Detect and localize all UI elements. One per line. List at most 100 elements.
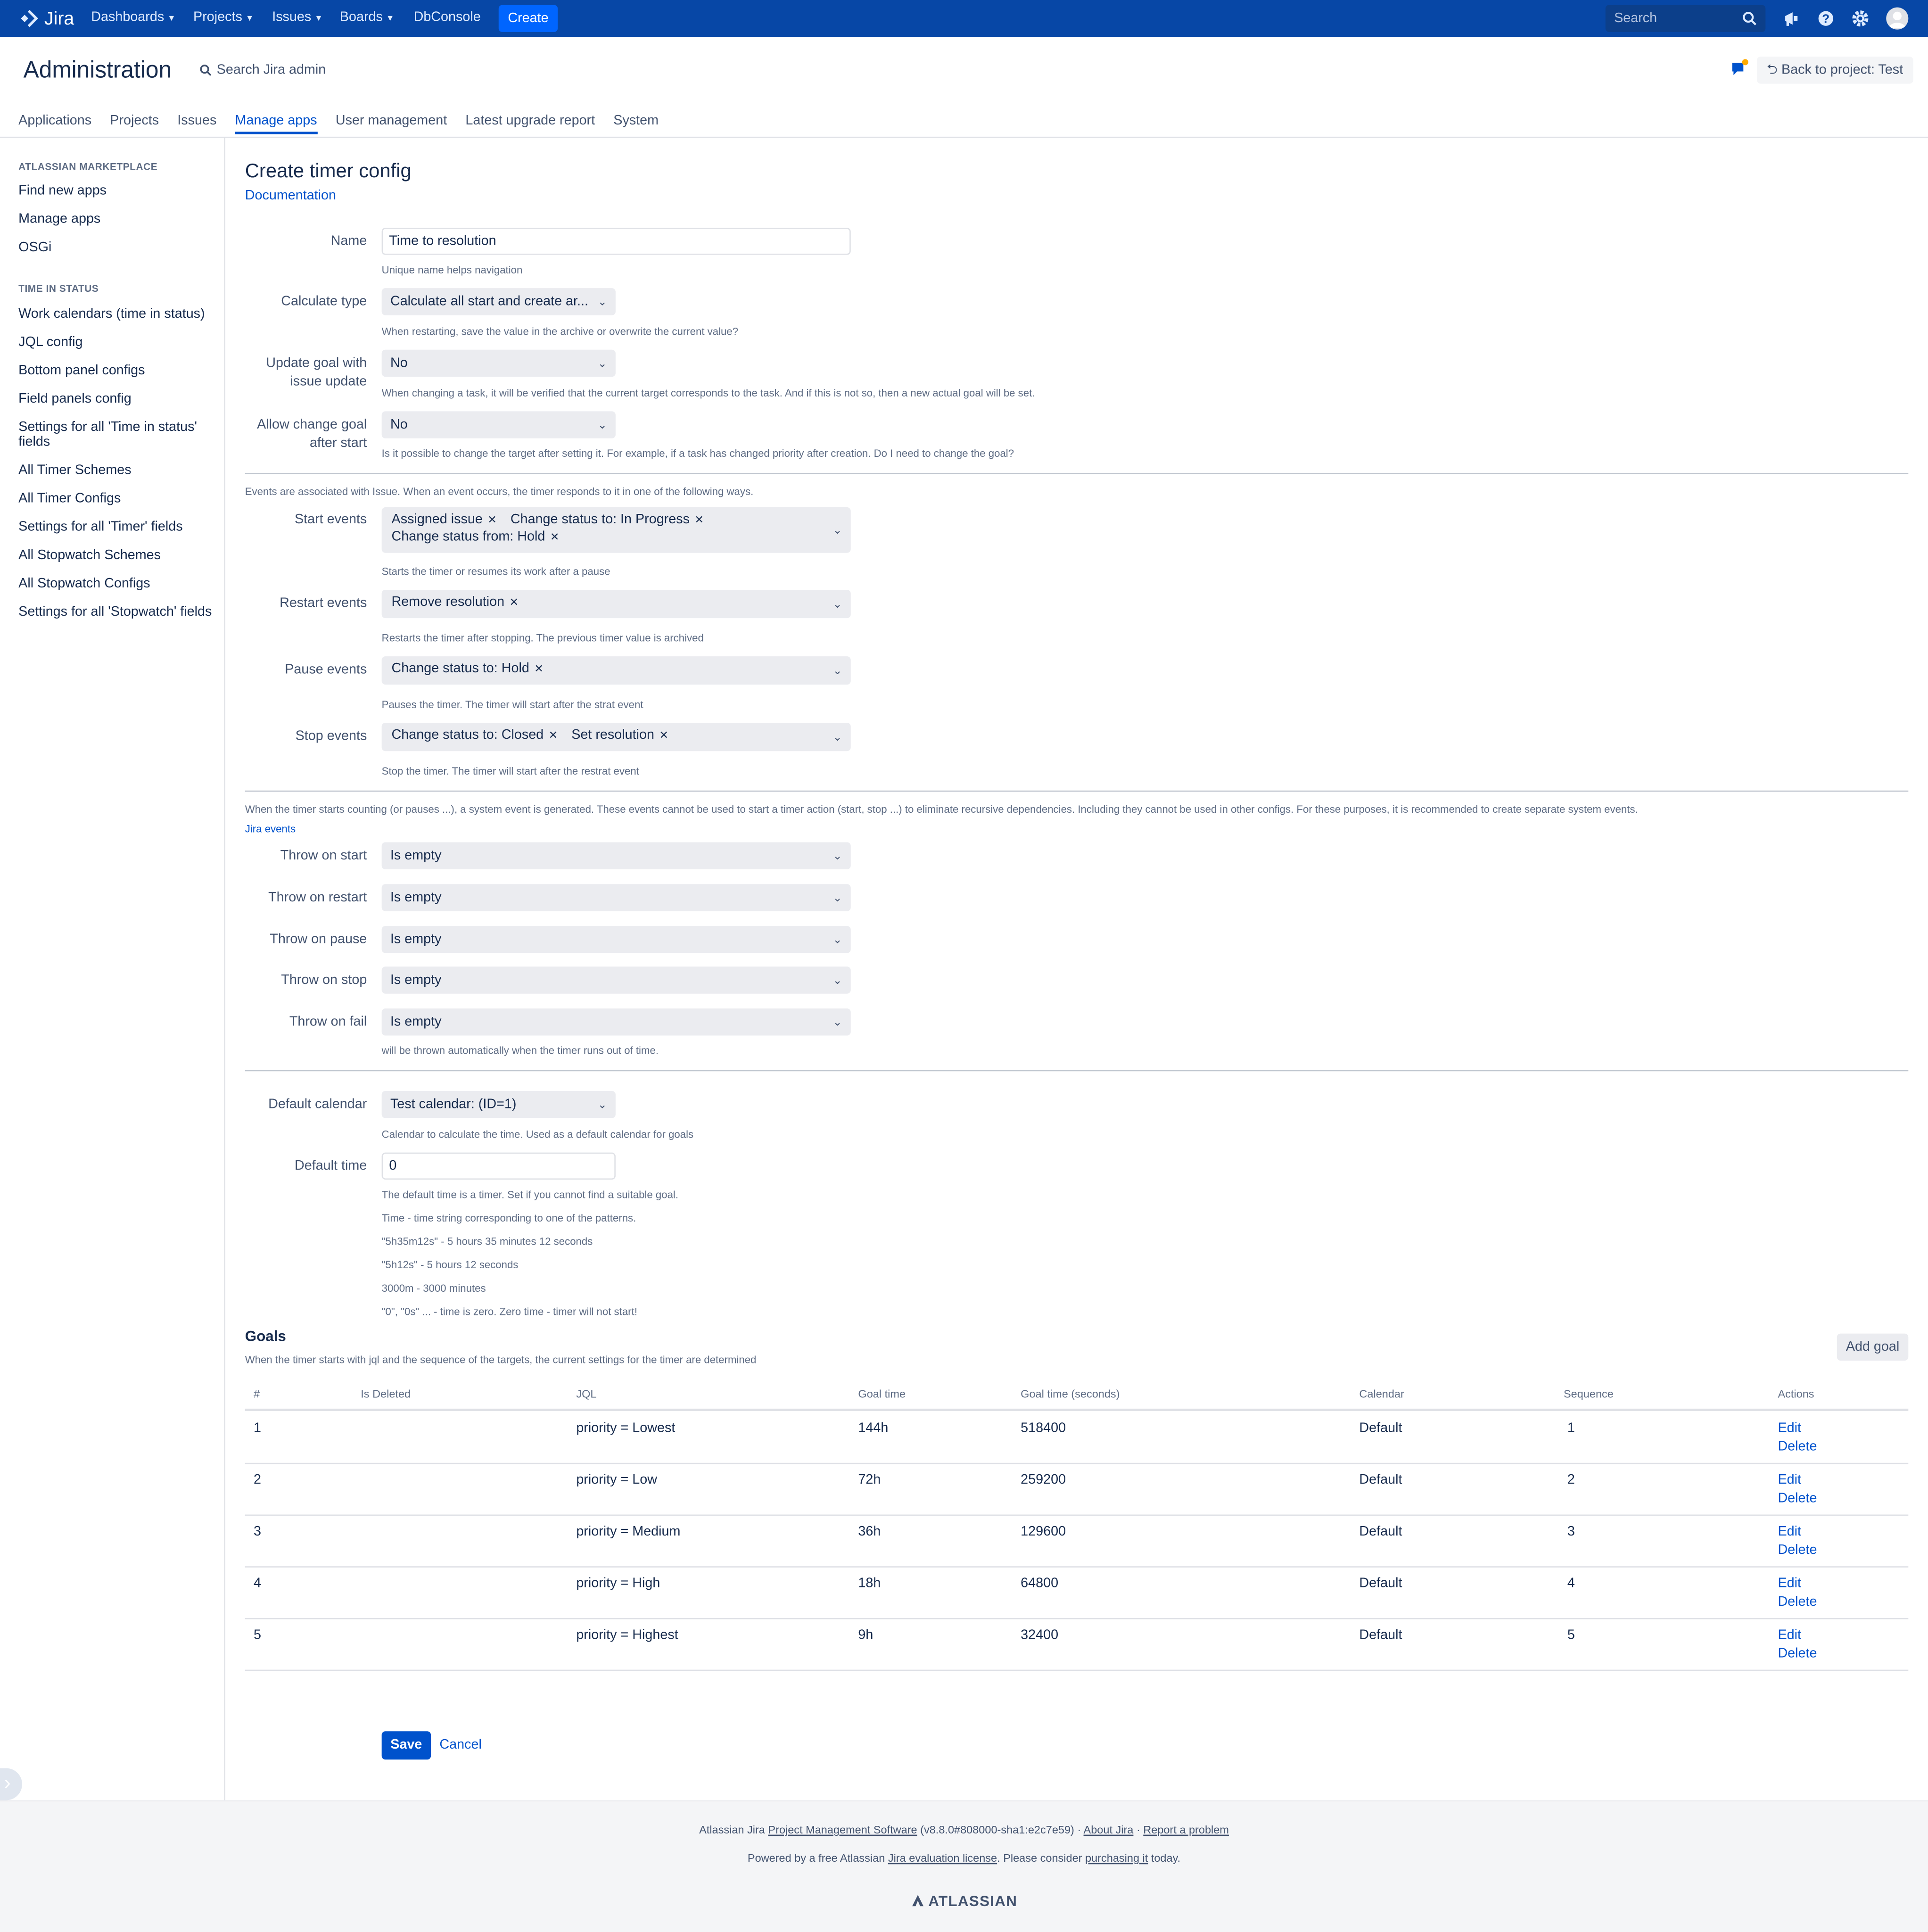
default-calendar-select[interactable]: Test calendar: (ID=1) ⌄ (381, 1091, 616, 1118)
tab-issues[interactable]: Issues (177, 113, 216, 134)
evaluation-license-link[interactable]: Jira evaluation license (888, 1852, 997, 1864)
edit-link[interactable]: Edit (1778, 1576, 1801, 1591)
calc-type-help: When restarting, save the value in the a… (381, 325, 739, 338)
nav-issues[interactable]: Issues ▾ (272, 10, 321, 25)
tab-applications[interactable]: Applications (18, 113, 91, 134)
nav-boards[interactable]: Boards ▾ (340, 10, 393, 25)
delete-link[interactable]: Delete (1778, 1594, 1817, 1609)
remove-chip-icon[interactable]: ✕ (659, 729, 668, 741)
sidebar-item-all-stopwatch-schemes[interactable]: All Stopwatch Schemes (18, 548, 215, 562)
calc-type-select[interactable]: Calculate all start and create ar... ⌄ (381, 288, 616, 315)
megaphone-icon[interactable] (1783, 8, 1803, 28)
goal-seconds: 129600 (1021, 1524, 1066, 1539)
default-time-field[interactable]: 0 (381, 1152, 616, 1180)
back-to-project-button[interactable]: ⮌ Back to project: Test (1757, 57, 1913, 84)
throw-on-fail-select[interactable]: Is empty ⌄ (381, 1008, 851, 1036)
create-button[interactable]: Create (498, 5, 558, 32)
documentation-link[interactable]: Documentation (245, 189, 336, 203)
sidebar-item-settings-stopwatch-fields[interactable]: Settings for all 'Stopwatch' fields (18, 604, 215, 619)
start-events-multiselect[interactable]: Assigned issue ✕ Change status to: In Pro… (381, 507, 851, 553)
add-goal-button[interactable]: Add goal (1837, 1333, 1909, 1361)
event-chip: Change status to: Hold ✕ (392, 661, 544, 676)
tab-projects[interactable]: Projects (110, 113, 159, 134)
tab-latest-upgrade-report[interactable]: Latest upgrade report (465, 113, 595, 134)
remove-chip-icon[interactable]: ✕ (550, 531, 560, 543)
nav-projects[interactable]: Projects ▾ (193, 10, 252, 25)
edit-link[interactable]: Edit (1778, 1421, 1801, 1436)
restart-events-multiselect[interactable]: Remove resolution ✕ ⌄ (381, 590, 851, 619)
sidebar-item-jql-config[interactable]: JQL config (18, 335, 215, 349)
search-input[interactable]: Search (1605, 5, 1766, 32)
default-time-help: "5h35m12s" - 5 hours 35 minutes 12 secon… (381, 1235, 593, 1247)
remove-chip-icon[interactable]: ✕ (510, 596, 519, 608)
gear-icon[interactable] (1851, 8, 1870, 28)
throw-on-restart-select[interactable]: Is empty ⌄ (381, 884, 851, 911)
atlassian-logo[interactable]: ATLASSIAN (0, 1892, 1928, 1910)
remove-chip-icon[interactable]: ✕ (534, 662, 544, 675)
sidebar-item-osgi[interactable]: OSGi (18, 240, 215, 255)
nav-dashboards[interactable]: Dashboards ▾ (91, 10, 174, 25)
goal-jql: priority = Highest (576, 1627, 678, 1643)
sidebar-item-all-timer-configs[interactable]: All Timer Configs (18, 491, 215, 506)
goal-time: 72h (858, 1472, 881, 1488)
save-button[interactable]: Save (381, 1731, 431, 1760)
purchasing-link[interactable]: purchasing it (1085, 1852, 1148, 1864)
edit-link[interactable]: Edit (1778, 1473, 1801, 1487)
event-chip: Set resolution ✕ (571, 728, 668, 743)
goal-time: 18h (858, 1576, 881, 1591)
cancel-link[interactable]: Cancel (439, 1737, 481, 1752)
report-problem-link[interactable]: Report a problem (1143, 1824, 1229, 1836)
column-header-number: # (254, 1387, 260, 1400)
default-calendar-help: Calendar to calculate the time. Used as … (381, 1128, 694, 1140)
sidebar-item-field-panels-config[interactable]: Field panels config (18, 392, 215, 406)
sidebar-item-find-new-apps[interactable]: Find new apps (18, 183, 215, 198)
table-row: 4 priority = High 18h 64800 Default 4 Ed… (245, 1566, 1909, 1619)
sidebar-item-work-calendars[interactable]: Work calendars (time in status) (18, 306, 215, 321)
project-management-software-link[interactable]: Project Management Software (768, 1824, 917, 1836)
jira-logo[interactable]: Jira (20, 8, 74, 30)
jira-events-link[interactable]: Jira events (245, 823, 296, 835)
delete-link[interactable]: Delete (1778, 1543, 1817, 1558)
tab-user-management[interactable]: User management (336, 113, 447, 134)
about-jira-link[interactable]: About Jira (1084, 1824, 1134, 1836)
throw-on-start-select[interactable]: Is empty ⌄ (381, 842, 851, 869)
avatar[interactable] (1886, 7, 1909, 30)
help-icon[interactable]: ? (1816, 8, 1836, 28)
nav-projects-label: Projects (193, 9, 242, 25)
allow-change-select[interactable]: No ⌄ (381, 411, 616, 438)
delete-link[interactable]: Delete (1778, 1646, 1817, 1661)
jira-logo-text: Jira (44, 8, 74, 29)
delete-link[interactable]: Delete (1778, 1491, 1817, 1506)
sidebar-item-manage-apps[interactable]: Manage apps (18, 212, 215, 226)
name-field[interactable]: Time to resolution (381, 228, 851, 255)
feedback-icon[interactable] (1730, 59, 1750, 79)
sidebar-item-bottom-panel-configs[interactable]: Bottom panel configs (18, 363, 215, 378)
search-jira-admin-link[interactable]: Search Jira admin (199, 63, 326, 78)
event-chip-label: Set resolution (571, 727, 654, 743)
section-divider (245, 790, 1909, 792)
sidebar-item-all-timer-schemes[interactable]: All Timer Schemes (18, 463, 215, 478)
sidebar-item-settings-timer-fields[interactable]: Settings for all 'Timer' fields (18, 520, 215, 534)
restart-events-help: Restarts the timer after stopping. The p… (381, 631, 704, 644)
tab-system[interactable]: System (613, 113, 659, 134)
throw-on-pause-select[interactable]: Is empty ⌄ (381, 926, 851, 953)
sidebar-item-settings-time-in-status[interactable]: Settings for all 'Time in status' fields (18, 420, 215, 450)
edit-link[interactable]: Edit (1778, 1628, 1801, 1643)
goal-sequence: 1 (1567, 1421, 1575, 1436)
remove-chip-icon[interactable]: ✕ (549, 729, 558, 741)
pause-events-label: Pause events (285, 662, 367, 677)
delete-link[interactable]: Delete (1778, 1439, 1817, 1454)
throw-on-stop-select[interactable]: Is empty ⌄ (381, 966, 851, 994)
system-events-note: When the timer starts counting (or pause… (245, 802, 1638, 816)
update-goal-select[interactable]: No ⌄ (381, 349, 616, 377)
stop-events-multiselect[interactable]: Change status to: Closed ✕ Set resolution… (381, 723, 851, 751)
pause-events-multiselect[interactable]: Change status to: Hold ✕ ⌄ (381, 656, 851, 685)
section-divider (245, 472, 1909, 474)
nav-dbconsole[interactable]: DbConsole (414, 10, 481, 25)
stop-events-help: Stop the timer. The timer will start aft… (381, 764, 639, 777)
remove-chip-icon[interactable]: ✕ (487, 513, 497, 526)
tab-manage-apps[interactable]: Manage apps (235, 113, 317, 134)
remove-chip-icon[interactable]: ✕ (694, 513, 704, 526)
edit-link[interactable]: Edit (1778, 1524, 1801, 1539)
sidebar-item-all-stopwatch-configs[interactable]: All Stopwatch Configs (18, 576, 215, 591)
